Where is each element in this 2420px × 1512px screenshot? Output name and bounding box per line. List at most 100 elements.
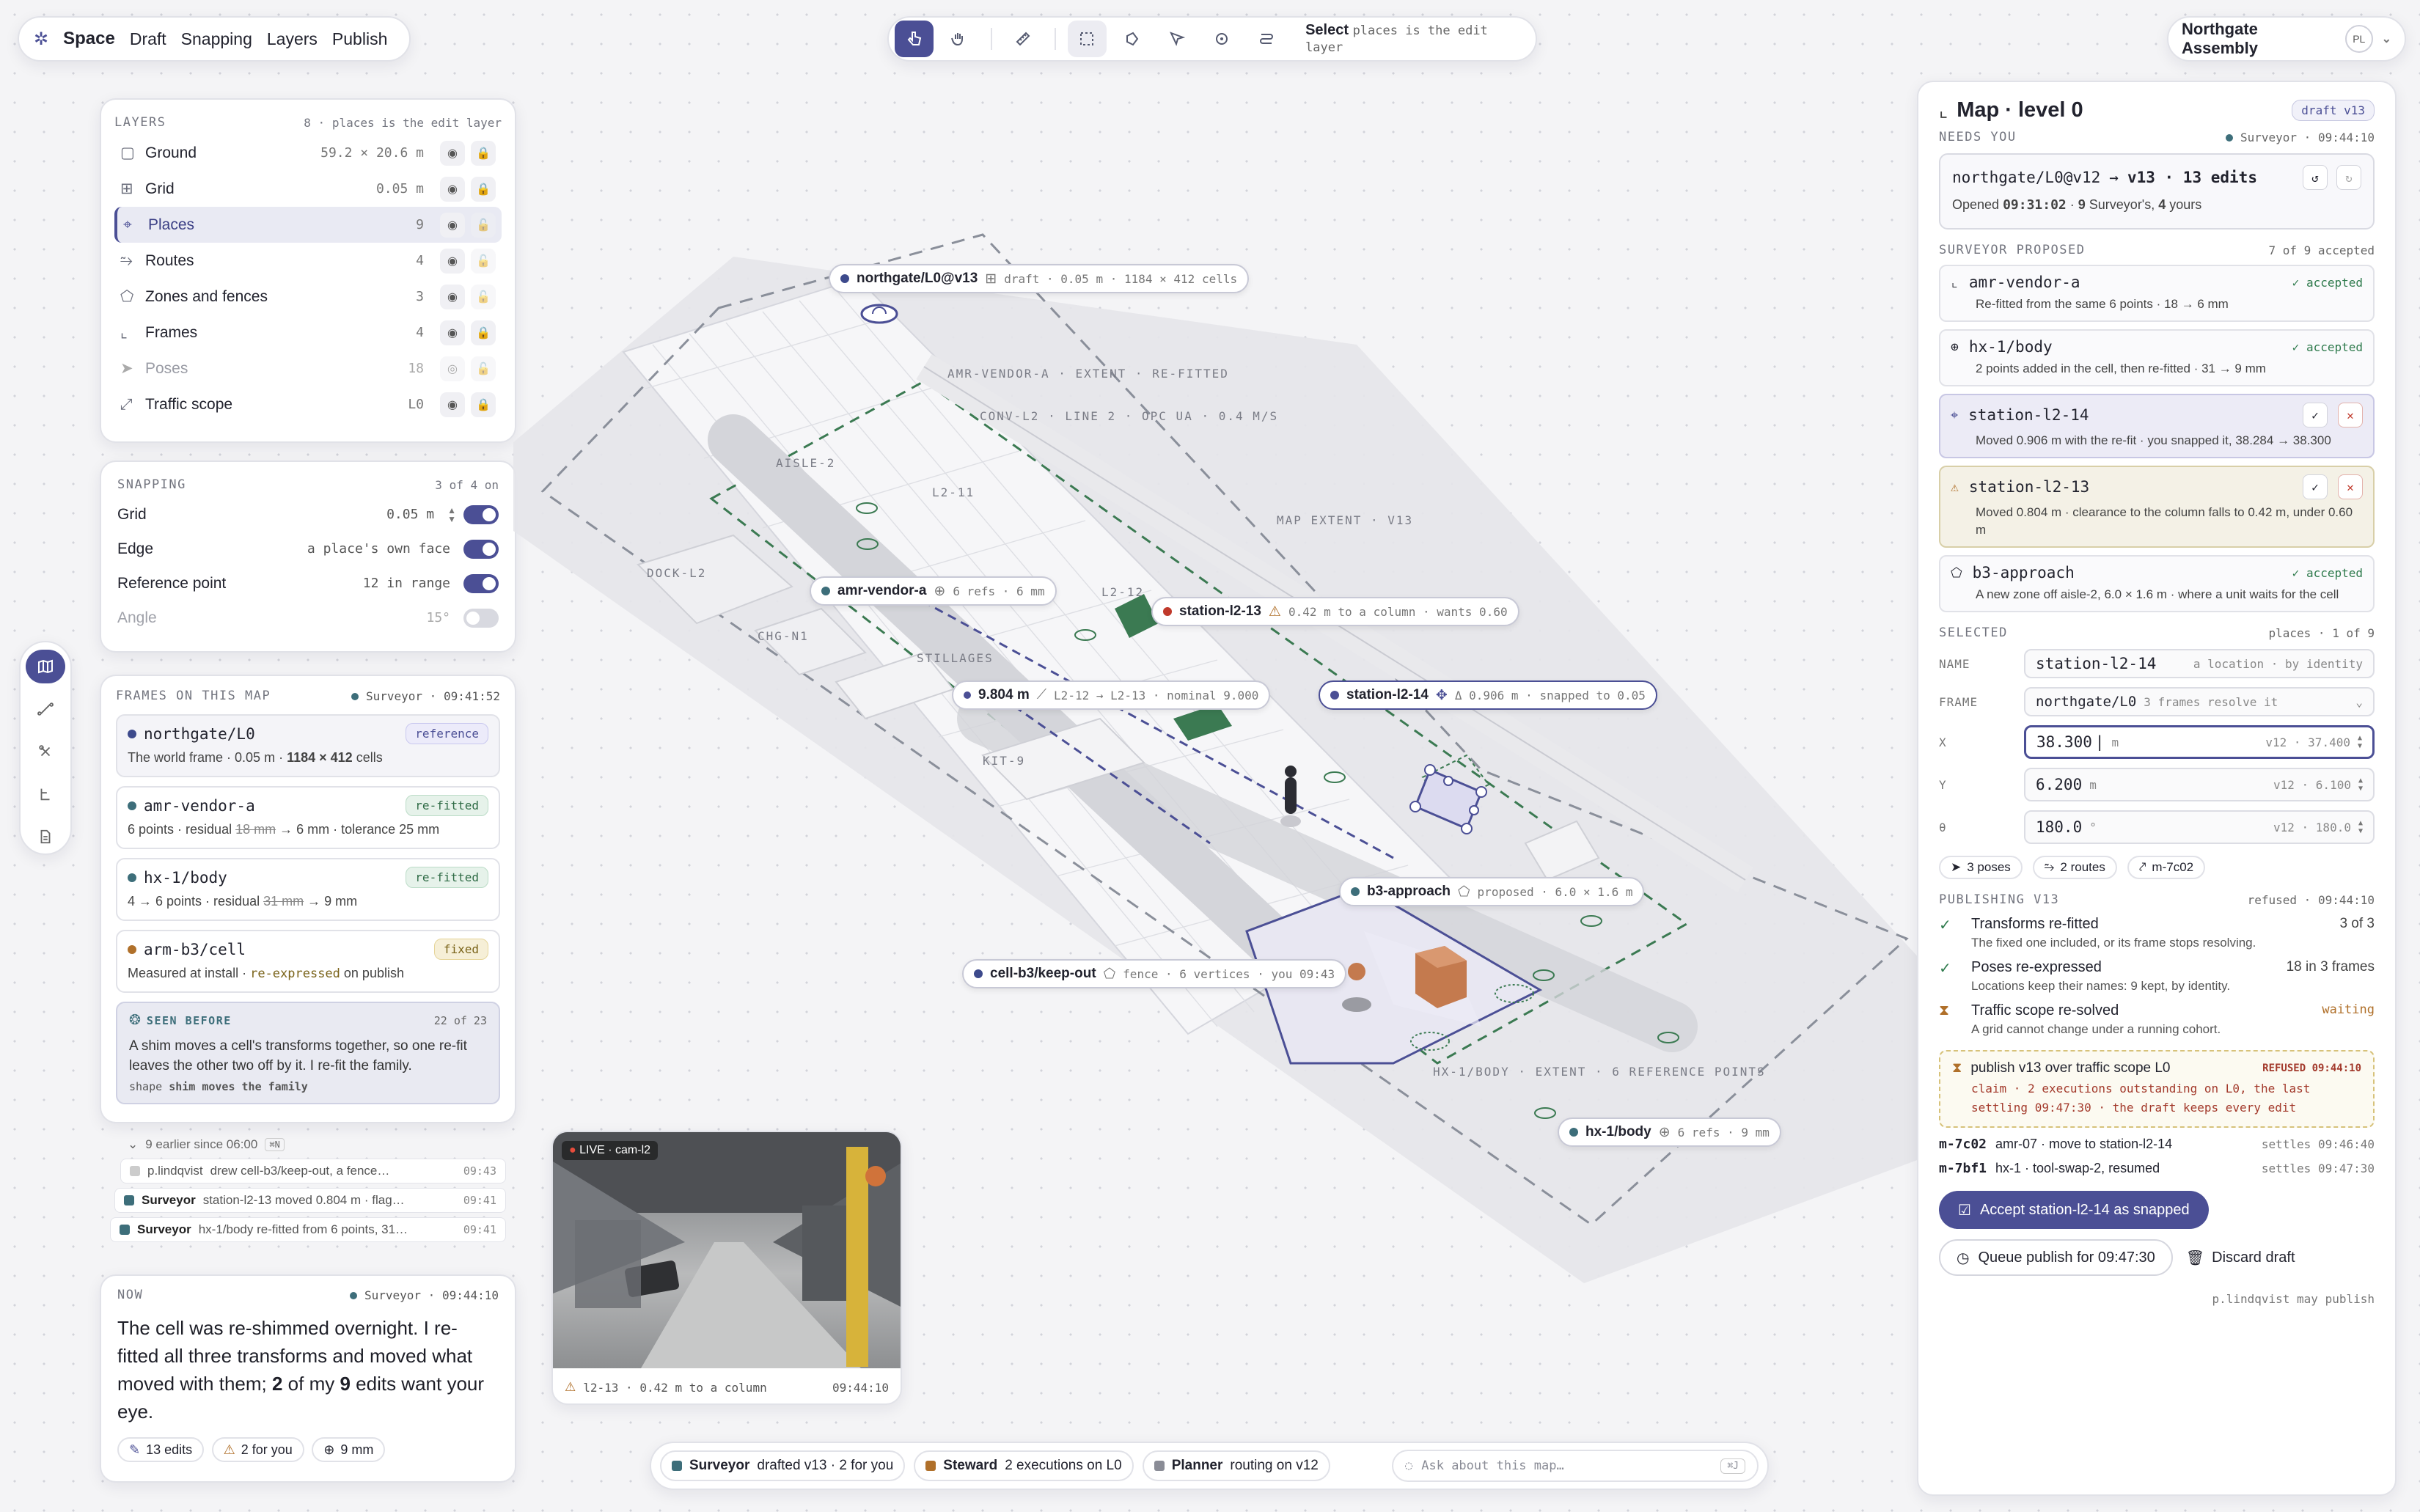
frame-select[interactable]: northgate/L0 3 frames resolve it ⌄ xyxy=(2024,687,2375,716)
layer-row-frames[interactable]: ⌞ Frames 4 ◉ 🔒 xyxy=(114,315,502,351)
snap-edge-toggle[interactable] xyxy=(463,539,499,559)
lock-icon[interactable]: 🔒 xyxy=(471,140,496,166)
app-logo-icon[interactable]: ✲ xyxy=(34,29,48,50)
lock-icon[interactable]: 🔒 xyxy=(471,176,496,202)
agent-steward[interactable]: Steward 2 executions on L0 xyxy=(914,1450,1134,1481)
stepper-icon[interactable]: ▲ ▼ xyxy=(2358,734,2362,750)
pointer-tool-icon[interactable] xyxy=(895,21,934,57)
route-tool-icon[interactable] xyxy=(1247,21,1286,57)
proposal-amr[interactable]: ⌞ amr-vendor-a ✓ accepted Re-fitted from t… xyxy=(1939,265,2375,322)
layer-row-places[interactable]: ⌖ Places 9 ◉ 🔓 xyxy=(114,207,502,243)
tools-icon[interactable] xyxy=(26,735,65,768)
discard-draft-button[interactable]: 🗑 Discard draft xyxy=(2186,1249,2295,1267)
map-pill-amr[interactable]: amr-vendor-a ⊕ 6 refs · 6 mm xyxy=(810,576,1057,606)
measure-ruler-icon[interactable] xyxy=(1004,21,1043,57)
menu-snapping[interactable]: Snapping xyxy=(181,29,252,49)
map-pill-distance[interactable]: 9.804 m ⟋ L2-12 → L2-13 · nominal 9.000 xyxy=(952,680,1271,710)
snap-grid-value[interactable]: 0.05 m xyxy=(386,507,434,522)
agent-planner[interactable]: Planner routing on v12 xyxy=(1142,1450,1330,1481)
lock-icon[interactable]: 🔒 xyxy=(471,392,496,417)
y-input[interactable]: 6.200 m v12 · 6.100 ▲ ▼ xyxy=(2024,768,2375,801)
frame-card-amr[interactable]: amr-vendor-a re-fitted 6 points · residua… xyxy=(116,786,500,849)
eye-icon[interactable]: ◉ xyxy=(440,212,465,238)
history-icon[interactable]: ↺ xyxy=(2303,165,2328,190)
eye-icon[interactable]: ◉ xyxy=(440,320,465,345)
edits-chip[interactable]: ✎ 13 edits xyxy=(117,1437,205,1462)
menu-publish[interactable]: Publish xyxy=(332,29,387,49)
unlock-icon[interactable]: 🔓 xyxy=(471,212,496,238)
eye-icon[interactable]: ◉ xyxy=(440,392,465,417)
mission-chip[interactable]: ⤤ m-7c02 xyxy=(2127,856,2206,879)
layer-row-traffic[interactable]: ⤢ Traffic scope L0 ◉ 🔒 xyxy=(114,386,502,422)
layer-row-routes[interactable]: ⥲ Routes 4 ◉ 🔓 xyxy=(114,243,502,279)
proposal-station-14[interactable]: ⌖ station-l2-14 ✓ ✕ Moved 0.906 m with the … xyxy=(1939,394,2375,458)
activity-row[interactable]: p.lindqvist drew cell-b3/keep-out, a fenc… xyxy=(120,1159,506,1183)
document-icon[interactable] xyxy=(26,820,65,854)
x-input[interactable]: 38.300 | m v12 · 37.400 ▲ ▼ xyxy=(2024,725,2375,759)
map-view-icon[interactable] xyxy=(26,650,65,683)
reject-x-icon[interactable]: ✕ xyxy=(2338,403,2363,427)
map-pill-hx1[interactable]: hx-1/body ⊕ 6 refs · 9 mm xyxy=(1558,1118,1781,1147)
map-pill-northgate[interactable]: northgate/L0@v13 ⊞ draft · 0.05 m · 1184 ×… xyxy=(829,264,1250,293)
workspace-switcher[interactable]: Northgate Assembly PL ⌄ xyxy=(2167,16,2406,62)
map-canvas[interactable]: AMR-VENDOR-A · EXTENT · RE-FITTED CONV-L… xyxy=(513,110,1921,1283)
eye-off-icon[interactable]: ◎ xyxy=(440,356,465,381)
eye-icon[interactable]: ◉ xyxy=(440,248,465,274)
agent-surveyor[interactable]: Surveyor drafted v13 · 2 for you xyxy=(660,1450,906,1481)
accept-snapped-button[interactable]: ☑ Accept station-l2-14 as snapped xyxy=(1939,1191,2209,1229)
map-pill-b3[interactable]: b3-approach ⬠ proposed · 6.0 × 1.6 m xyxy=(1339,877,1645,906)
snap-angle-toggle[interactable] xyxy=(463,608,499,628)
map-pill-station-14[interactable]: station-l2-14 ✥ Δ 0.906 m · snapped to 0.0… xyxy=(1319,680,1657,710)
theta-input[interactable]: 180.0 ° v12 · 180.0 ▲ ▼ xyxy=(2024,810,2375,844)
avatar[interactable]: PL xyxy=(2344,25,2373,53)
pan-hand-icon[interactable] xyxy=(939,21,978,57)
pose-arrow-icon[interactable] xyxy=(1157,21,1196,57)
accept-check-icon[interactable]: ✓ xyxy=(2303,403,2328,427)
proposal-hx1[interactable]: ⊕ hx-1/body ✓ accepted 2 points added in t… xyxy=(1939,329,2375,386)
queue-publish-button[interactable]: ◷ Queue publish for 09:47:30 xyxy=(1939,1239,2173,1276)
map-pill-station-13[interactable]: station-l2-13 ⚠ 0.42 m to a column · wants… xyxy=(1151,597,1519,626)
proposal-b3[interactable]: ⬠ b3-approach ✓ accepted A new zone off ai… xyxy=(1939,555,2375,612)
polygon-tool-icon[interactable] xyxy=(1112,21,1151,57)
mission-row[interactable]: m-7bf1 hx-1 · tool-swap-2, resumed settles… xyxy=(1939,1161,2375,1176)
eye-icon[interactable]: ◉ xyxy=(440,140,465,166)
frame-card-hx1[interactable]: hx-1/body re-fitted 4 → 6 points · residu… xyxy=(116,858,500,921)
frame-card-arm[interactable]: arm-b3/cell fixed Measured at install · r… xyxy=(116,930,500,993)
residual-chip[interactable]: ⊕ 9 mm xyxy=(312,1437,386,1462)
menu-draft[interactable]: Draft xyxy=(130,29,166,49)
routes-chip[interactable]: ⥲ 2 routes xyxy=(2032,856,2117,879)
refresh-icon[interactable]: ↻ xyxy=(2336,165,2361,190)
eye-icon[interactable]: ◉ xyxy=(440,284,465,309)
for-you-chip[interactable]: ⚠ 2 for you xyxy=(211,1437,304,1462)
mission-row[interactable]: m-7c02 amr-07 · move to station-l2-14 sett… xyxy=(1939,1137,2375,1152)
stepper-icon[interactable]: ▲ ▼ xyxy=(2358,819,2363,835)
map-pill-cell[interactable]: cell-b3/keep-out ⬠ fence · 6 vertices · yo… xyxy=(962,959,1347,988)
snap-grid-toggle[interactable] xyxy=(463,504,499,524)
place-target-icon[interactable] xyxy=(1203,21,1242,57)
layer-row-zones[interactable]: ⬠ Zones and fences 3 ◉ 🔓 xyxy=(114,279,502,315)
activity-row[interactable]: Surveyor hx-1/body re-fitted from 6 point… xyxy=(110,1217,506,1242)
chevron-down-icon[interactable]: ⌄ xyxy=(2382,32,2391,46)
unlock-icon[interactable]: 🔓 xyxy=(471,248,496,274)
reject-x-icon[interactable]: ✕ xyxy=(2338,474,2363,499)
lock-icon[interactable]: 🔒 xyxy=(471,320,496,345)
routes-icon[interactable] xyxy=(26,692,65,726)
layer-row-ground[interactable]: ▢ Ground 59.2 × 20.6 m ◉ 🔒 xyxy=(114,135,502,171)
layer-row-grid[interactable]: ⊞ Grid 0.05 m ◉ 🔒 xyxy=(114,171,502,207)
frame-card-northgate[interactable]: northgate/L0 reference The world frame · … xyxy=(116,714,500,777)
ask-input[interactable]: ◌ Ask about this map… ⌘J xyxy=(1392,1450,1759,1482)
poses-chip[interactable]: ➤ 3 poses xyxy=(1939,856,2023,879)
proposal-station-13[interactable]: ⚠ station-l2-13 ✓ ✕ Moved 0.804 m · clearan… xyxy=(1939,466,2375,548)
activity-earlier[interactable]: ⌄ 9 earlier since 06:00 ⌘N xyxy=(110,1135,506,1154)
stepper-icon[interactable]: ▲ ▼ xyxy=(2358,777,2363,793)
menu-layers[interactable]: Layers xyxy=(267,29,318,49)
activity-row[interactable]: Surveyor station-l2-13 moved 0.804 m · fl… xyxy=(114,1188,506,1213)
unlock-icon[interactable]: 🔓 xyxy=(471,356,496,381)
frames-icon[interactable] xyxy=(26,777,65,811)
name-field[interactable]: station-l2-14 a location · by identity xyxy=(2024,649,2375,678)
stepper-icon[interactable]: ▲ ▼ xyxy=(447,506,456,524)
layer-row-poses[interactable]: ➤ Poses 18 ◎ 🔓 xyxy=(114,351,502,386)
eye-icon[interactable]: ◉ xyxy=(440,176,465,202)
snap-reference-toggle[interactable] xyxy=(463,573,499,593)
select-area-icon[interactable] xyxy=(1067,21,1107,57)
